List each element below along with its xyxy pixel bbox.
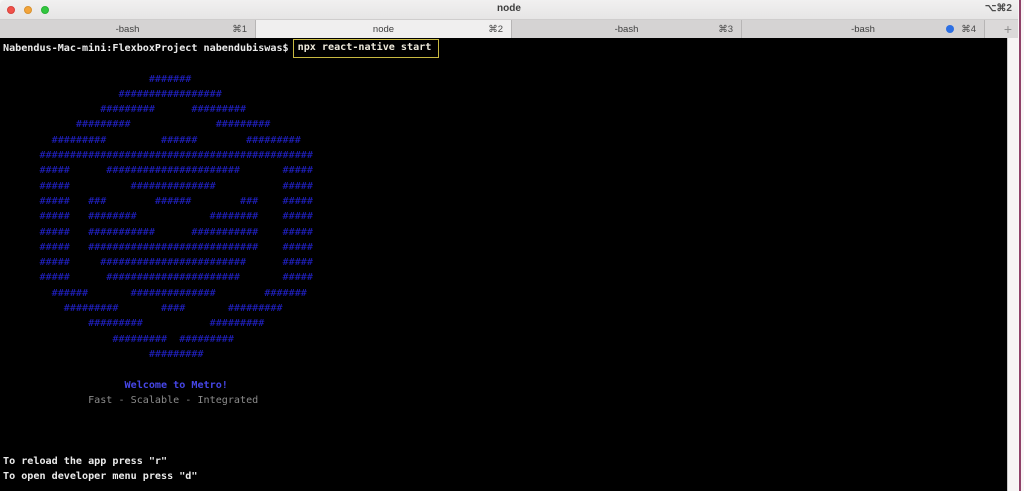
ascii-logo-line: ##### ########### ########### ##### bbox=[3, 226, 313, 238]
tagline: Fast - Scalable - Integrated bbox=[3, 394, 259, 406]
ascii-logo-line: ######### ######### bbox=[3, 318, 265, 330]
ascii-logo-line: ######### ###### ######### bbox=[3, 134, 301, 146]
tab-label: -bash bbox=[115, 23, 140, 35]
terminal-content[interactable]: Nabendus-Mac-mini:FlexboxProject nabendu… bbox=[0, 38, 1007, 491]
titlebar: node ⌥⌘2 bbox=[0, 0, 1018, 20]
new-tab-button[interactable]: + bbox=[1004, 20, 1012, 38]
hint-reload: To reload the app press "r" bbox=[3, 456, 168, 468]
ascii-logo-line: ######### ######### bbox=[3, 119, 271, 131]
background-window-edge-line bbox=[1019, 0, 1021, 491]
ascii-logo-line: ####### bbox=[3, 73, 192, 85]
ascii-logo-line: ######### ######### bbox=[3, 104, 247, 116]
tab-label: -bash bbox=[851, 23, 875, 35]
scrollbar[interactable] bbox=[1007, 38, 1018, 491]
tab-bash-4[interactable]: -bash ⌘4 bbox=[742, 20, 985, 38]
ascii-logo-line: ######### #### ######### bbox=[3, 303, 283, 315]
screen: node ⌥⌘2 -bash ⌘1 node ⌘2 -bash ⌘3 -bash… bbox=[0, 0, 1024, 491]
tab-bash-3[interactable]: -bash ⌘3 bbox=[512, 20, 742, 38]
ascii-logo-line: ########################################… bbox=[3, 150, 313, 162]
activity-dot-icon bbox=[946, 25, 954, 33]
tab-shortcut: ⌘4 bbox=[961, 24, 976, 35]
shell-prompt: Nabendus-Mac-mini:FlexboxProject nabendu… bbox=[3, 43, 289, 54]
tab-bash-1[interactable]: -bash ⌘1 bbox=[0, 20, 256, 38]
ascii-logo-line: ######### ######### bbox=[3, 333, 234, 345]
prompt-line: Nabendus-Mac-mini:FlexboxProject nabendu… bbox=[3, 39, 1007, 59]
ascii-logo-line: ##### ###################### ##### bbox=[3, 165, 313, 177]
window-title: node bbox=[497, 3, 521, 14]
tab-shortcut: ⌘3 bbox=[718, 24, 733, 35]
tab-label: node bbox=[372, 23, 395, 35]
ascii-logo-line: ##### ######################## ##### bbox=[3, 257, 313, 269]
tab-shortcut: ⌘1 bbox=[232, 24, 247, 35]
newtab-area: + bbox=[985, 20, 1018, 38]
ascii-logo-line: ##### ###################### ##### bbox=[3, 272, 313, 284]
tab-shortcut: ⌘2 bbox=[488, 24, 503, 35]
ascii-logo-line: ##### ############################ ##### bbox=[3, 241, 313, 253]
ascii-logo-line: ##### ### ###### ### ##### bbox=[3, 195, 313, 207]
ascii-logo-line: ##### ######## ######## ##### bbox=[3, 211, 313, 223]
tab-node[interactable]: node ⌘2 bbox=[256, 20, 512, 38]
hint-devmenu: To open developer menu press "d" bbox=[3, 471, 198, 483]
ascii-logo-line: ######### bbox=[3, 348, 204, 360]
ascii-logo-line: ################# bbox=[3, 88, 222, 100]
welcome-message: Welcome to Metro! bbox=[3, 379, 228, 391]
ascii-logo-line: ###### ############## ####### bbox=[3, 287, 307, 299]
tab-bar: -bash ⌘1 node ⌘2 -bash ⌘3 -bash ⌘4 + bbox=[0, 20, 1018, 38]
window-title-shortcut: ⌥⌘2 bbox=[984, 3, 1012, 14]
command-highlight-box: npx react-native start bbox=[292, 39, 440, 59]
tab-label: -bash bbox=[614, 23, 639, 35]
terminal-window: node ⌥⌘2 -bash ⌘1 node ⌘2 -bash ⌘3 -bash… bbox=[0, 0, 1018, 491]
ascii-logo-line: ##### ############## ##### bbox=[3, 180, 313, 192]
